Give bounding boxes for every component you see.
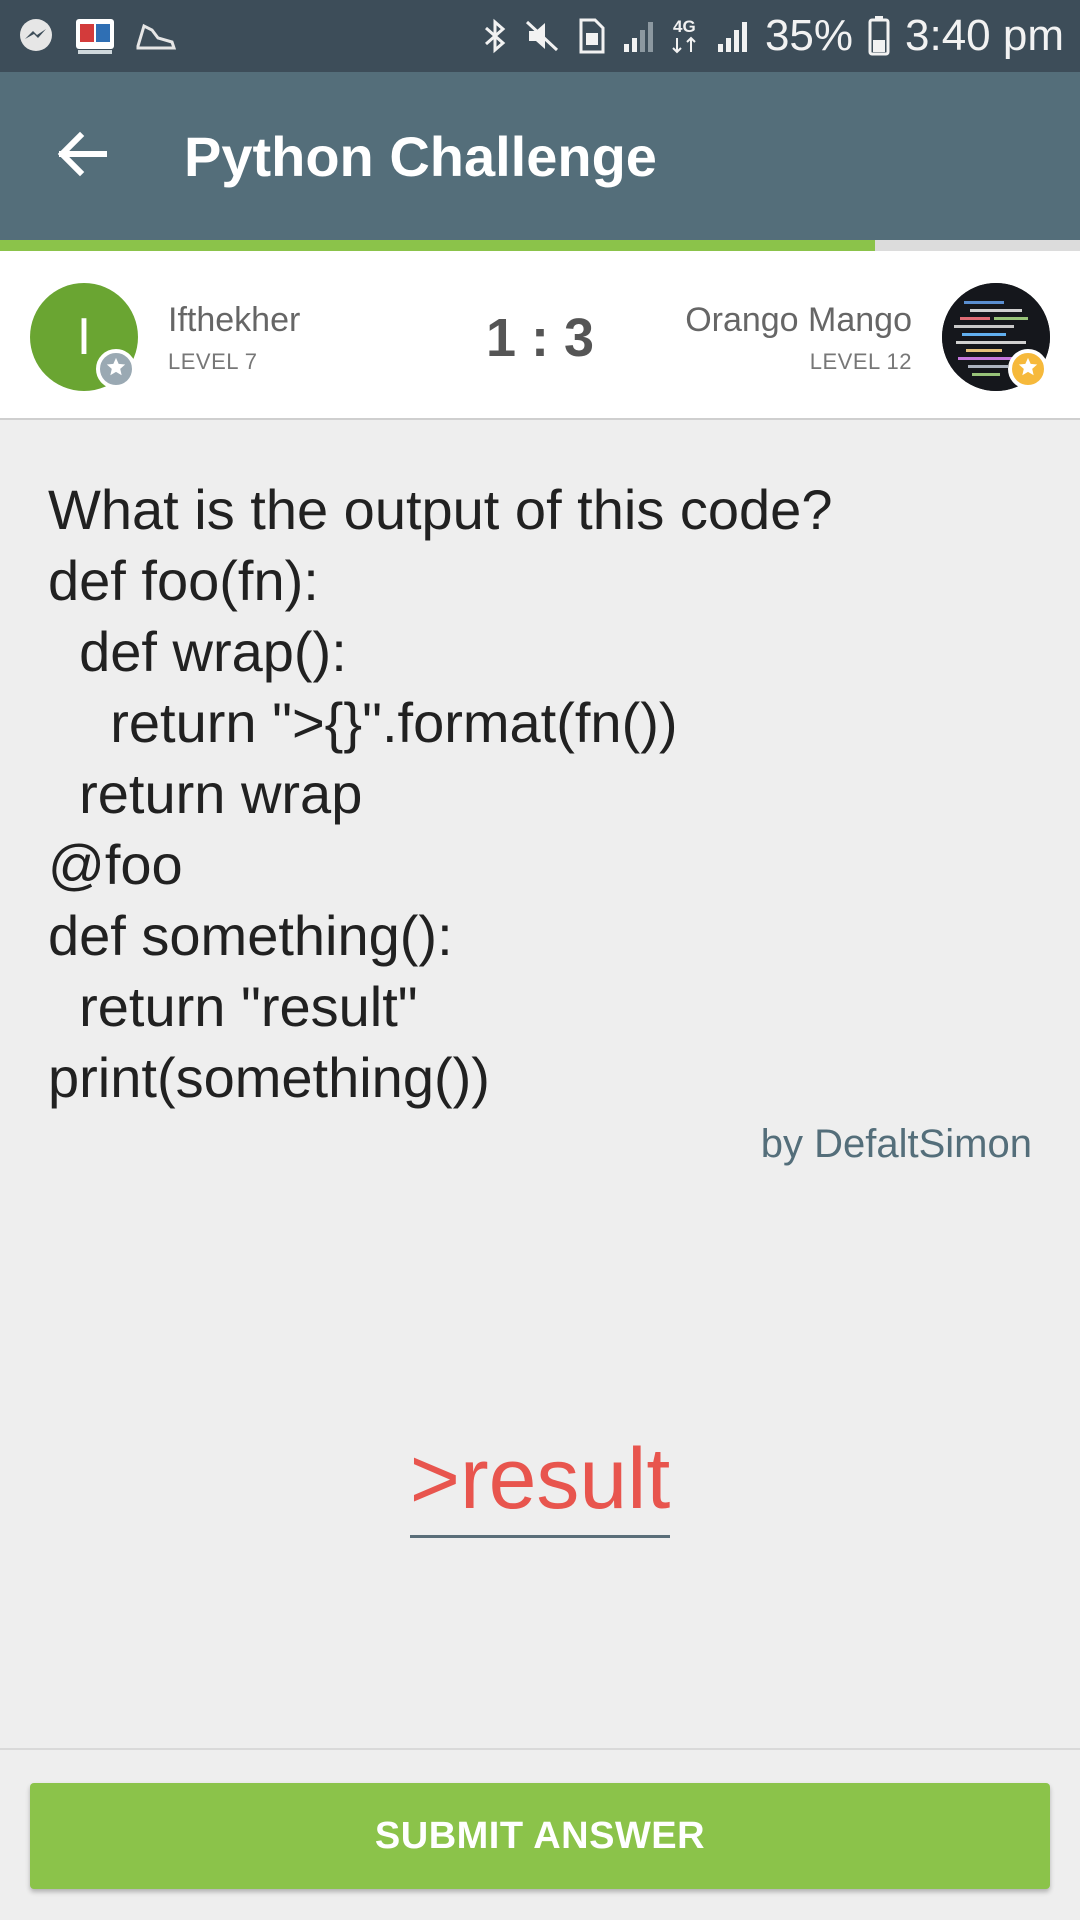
signal-icon [621, 16, 657, 56]
player-left-name[interactable]: Ifthekher [168, 301, 300, 340]
question-line: print(something()) [48, 1046, 490, 1109]
question-line: def wrap(): [48, 620, 347, 683]
star-icon [1017, 356, 1039, 383]
signal-icon [715, 16, 751, 56]
status-bar: 4G 35% 3:40 pm [0, 0, 1080, 72]
star-icon [105, 356, 127, 383]
arrow-left-icon [54, 130, 110, 183]
challenge-progress-fill [0, 240, 875, 251]
messenger-icon [16, 16, 56, 56]
player-right-badge [1008, 349, 1048, 389]
question-text: What is the output of this code? def foo… [48, 474, 1038, 1113]
submit-answer-button[interactable]: SUBMIT ANSWER [30, 1783, 1050, 1889]
challenge-progress-bar [0, 240, 1080, 251]
battery-percent: 35% [764, 11, 854, 60]
player-right-name[interactable]: Orango Mango [685, 301, 912, 340]
question-line: def something(): [48, 904, 453, 967]
question-line: What is the output of this code? [48, 478, 833, 541]
back-button[interactable] [34, 108, 130, 204]
submit-answer-label: SUBMIT ANSWER [374, 1814, 706, 1857]
answer-input[interactable]: >result [409, 1430, 671, 1538]
player-left-initial: I [76, 308, 92, 366]
match-score: 1 : 3 [485, 308, 595, 368]
bluetooth-icon [481, 16, 509, 56]
page-title: Python Challenge [184, 124, 657, 188]
question-line: return ">{}".format(fn()) [48, 691, 678, 754]
battery-icon [867, 14, 891, 58]
status-bar-right: 4G 35% 3:40 pm [481, 11, 1064, 61]
player-right-level: LEVEL 12 [809, 349, 912, 374]
question-line: def foo(fn): [48, 549, 319, 612]
answer-area: >result [0, 1430, 1080, 1538]
player-left-badge [96, 349, 136, 389]
svg-text:4G: 4G [673, 17, 696, 36]
clock: 3:40 pm [905, 11, 1064, 60]
question-author[interactable]: by DefaltSimon [761, 1122, 1032, 1167]
question-line: @foo [48, 833, 183, 896]
sim-icon [575, 16, 607, 56]
status-bar-left [16, 16, 178, 56]
player-left-level: LEVEL 7 [168, 349, 258, 374]
mute-icon [523, 16, 561, 56]
players-header: I Ifthekher LEVEL 7 1 : 3 Orango Mango L… [0, 251, 1080, 420]
app-bar: Python Challenge [0, 72, 1080, 240]
question-line: return wrap [48, 762, 363, 825]
library-icon [74, 16, 116, 56]
network-type-4g: 4G [671, 14, 701, 58]
sneaker-icon [134, 16, 178, 56]
question-line: return "result" [48, 975, 418, 1038]
divider [0, 1748, 1080, 1750]
